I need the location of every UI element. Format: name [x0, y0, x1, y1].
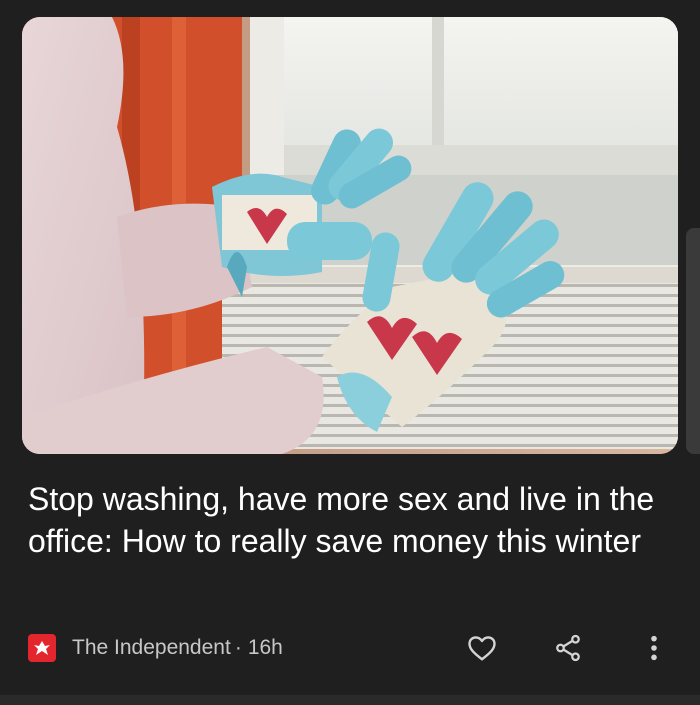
- article-meta: The Independent · 16h: [28, 632, 283, 664]
- heart-outline-icon: [468, 636, 496, 661]
- article-age: 16h: [247, 636, 283, 659]
- share-icon: [556, 634, 580, 662]
- publisher-name[interactable]: The Independent: [72, 636, 231, 660]
- like-button[interactable]: [462, 628, 502, 668]
- card-divider: [0, 695, 700, 705]
- article-image[interactable]: [22, 17, 678, 454]
- more-vertical-icon: [651, 635, 657, 661]
- news-card[interactable]: Stop washing, have more sex and live in …: [0, 0, 700, 705]
- publisher-logo-icon: [28, 634, 56, 662]
- share-button[interactable]: [548, 628, 588, 668]
- meta-separator: ·: [234, 636, 242, 659]
- scrollbar[interactable]: [686, 228, 700, 454]
- article-photo: [22, 17, 678, 454]
- more-options-button[interactable]: [634, 628, 674, 668]
- article-headline[interactable]: Stop washing, have more sex and live in …: [28, 478, 668, 562]
